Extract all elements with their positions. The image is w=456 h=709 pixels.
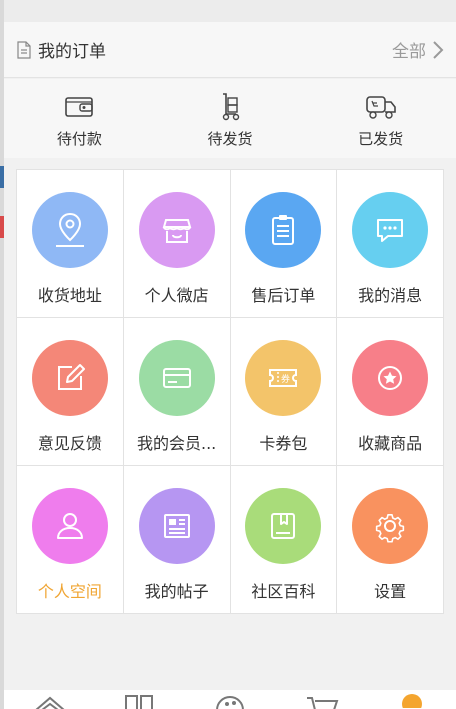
- menu-label: 卡券包: [259, 434, 308, 453]
- menu-label: 我的消息: [358, 286, 423, 305]
- account-page: 我的订单 全部 待付款 待发货 已发货 收货地址 个人微店 售后订单 我的消息 …: [0, 0, 456, 709]
- order-status-row: 待付款 待发货 已发货: [4, 79, 456, 158]
- icon-circle: [31, 340, 108, 416]
- book-icon: [271, 513, 296, 539]
- category-icon[interactable]: [122, 694, 156, 709]
- clipboard-icon: [272, 215, 295, 245]
- menu-label-active: 个人空间: [37, 582, 102, 601]
- status-label: 待付款: [56, 130, 102, 148]
- menu-after-sales-orders[interactable]: 售后订单: [230, 170, 338, 318]
- ticket-icon: 券: [269, 369, 298, 387]
- shop-icon: [162, 219, 191, 243]
- user-icon: [56, 513, 83, 539]
- top-spacer: [4, 0, 456, 22]
- home-icon[interactable]: [32, 694, 68, 709]
- status-label: 待发货: [207, 130, 253, 148]
- icon-circle: [245, 192, 322, 268]
- hand-truck-icon: [222, 93, 240, 121]
- my-orders-title: 我的订单: [38, 42, 106, 62]
- menu-community-wiki[interactable]: 社区百科: [230, 466, 338, 614]
- bottom-tab-bar: [4, 690, 456, 709]
- cart-icon[interactable]: [304, 694, 342, 709]
- menu-settings[interactable]: 设置: [337, 466, 444, 614]
- icon-circle: [352, 488, 429, 564]
- delivery-truck-icon: [365, 96, 396, 119]
- menu-label: 我的会员...: [136, 434, 217, 453]
- icon-circle: [245, 488, 322, 564]
- icon-circle: [352, 340, 429, 416]
- icon-circle: [138, 340, 215, 416]
- menu-label: 收货地址: [37, 286, 102, 305]
- menu-label: 售后订单: [251, 286, 316, 305]
- chevron-right-icon: [433, 40, 444, 59]
- menu-coupons[interactable]: 券 卡券包: [230, 318, 338, 466]
- icon-circle: 券: [245, 340, 322, 416]
- menu-favorites[interactable]: 收藏商品: [337, 318, 444, 466]
- status-pending-payment[interactable]: 待付款: [4, 79, 155, 158]
- menu-my-membership[interactable]: 我的会员...: [123, 318, 231, 466]
- newspaper-icon: [163, 514, 190, 538]
- icon-circle: [31, 488, 108, 564]
- discover-icon[interactable]: [212, 694, 248, 709]
- status-pending-shipment[interactable]: 待发货: [155, 79, 306, 158]
- icon-circle: [138, 192, 215, 268]
- all-orders-link[interactable]: 全部: [392, 37, 444, 62]
- menu-label: 设置: [374, 582, 407, 601]
- menu-label: 收藏商品: [358, 434, 423, 453]
- menu-label: 社区百科: [251, 582, 316, 601]
- my-orders-header[interactable]: 我的订单 全部: [4, 22, 456, 78]
- menu-label: 我的帖子: [144, 582, 209, 601]
- star-badge-icon: [378, 366, 403, 390]
- document-icon: [17, 40, 31, 59]
- card-icon: [162, 368, 191, 388]
- status-shipped[interactable]: 已发货: [305, 79, 456, 158]
- icon-circle: [352, 192, 429, 268]
- gear-icon: [375, 514, 405, 543]
- menu-my-posts[interactable]: 我的帖子: [123, 466, 231, 614]
- menu-personal-space[interactable]: 个人空间: [17, 466, 124, 614]
- icon-circle: [31, 192, 108, 268]
- edit-icon: [57, 364, 85, 390]
- svg-text:券: 券: [281, 373, 290, 385]
- all-orders-label: 全部: [392, 42, 426, 62]
- chat-bubble-icon: [377, 219, 404, 242]
- wallet-icon: [65, 97, 94, 117]
- menu-label: 个人微店: [144, 286, 209, 305]
- location-pin-icon: [55, 212, 84, 247]
- menu-personal-shop[interactable]: 个人微店: [123, 170, 231, 318]
- feature-grid: 收货地址 个人微店 售后订单 我的消息 意见反馈 我的会员... 券 卡券包 收…: [16, 169, 444, 614]
- status-label: 已发货: [358, 130, 404, 148]
- edge-mark-blue: [0, 166, 4, 188]
- menu-my-messages[interactable]: 我的消息: [337, 170, 444, 318]
- icon-circle: [138, 488, 215, 564]
- menu-feedback[interactable]: 意见反馈: [17, 318, 124, 466]
- profile-tab-icon[interactable]: [400, 692, 424, 708]
- menu-shipping-address[interactable]: 收货地址: [17, 170, 124, 318]
- menu-label: 意见反馈: [37, 434, 102, 453]
- edge-mark-red: [0, 216, 4, 238]
